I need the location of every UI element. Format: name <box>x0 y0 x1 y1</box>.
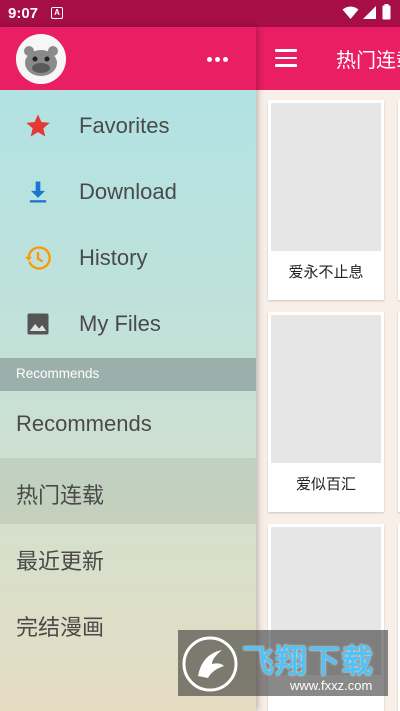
category-item-hot-serial[interactable]: 热门连载 <box>0 458 256 524</box>
comic-title: 爱似百汇 <box>295 475 356 493</box>
nav-item-label: Download <box>79 179 177 204</box>
nav-item-my-files[interactable]: My Files <box>0 291 256 357</box>
category-item-label: Recommends <box>16 411 152 436</box>
image-icon <box>27 313 49 335</box>
page-title: 热门连载 <box>336 48 400 72</box>
comic-cover <box>271 103 381 251</box>
category-item-label: 最近更新 <box>16 549 105 574</box>
notification-icon: A <box>51 7 63 19</box>
category-item-latest-updates[interactable]: 最近更新 <box>0 524 256 590</box>
comic-cover <box>271 315 381 463</box>
category-item-label: 热门连载 <box>16 483 105 508</box>
battery-icon <box>382 4 391 20</box>
status-time: 9:07 <box>8 5 39 22</box>
watermark-logo-icon <box>182 636 238 692</box>
category-item-label: 完结漫画 <box>16 615 105 640</box>
hamburger-menu-icon[interactable] <box>275 49 297 67</box>
download-icon <box>29 181 47 203</box>
comic-title: 爱永不止息 <box>288 263 364 281</box>
section-header-label: Recommends <box>16 366 100 381</box>
comic-grid: 爱永不止息 爱似百汇 <box>256 90 400 711</box>
drawer-header <box>0 27 256 90</box>
nav-item-label: My Files <box>79 311 161 336</box>
more-options-icon[interactable] <box>207 47 237 67</box>
nav-item-label: History <box>79 245 148 270</box>
nav-item-label: Favorites <box>79 113 170 138</box>
avatar-mascot-icon <box>16 34 66 84</box>
history-icon <box>25 246 51 270</box>
watermark-brand: 飞翔下载 <box>242 642 375 680</box>
nav-item-download[interactable]: Download <box>0 159 256 225</box>
star-icon <box>26 114 50 137</box>
section-header-recommends: Recommends <box>0 358 256 391</box>
watermark: 飞翔下载 www.fxxz.com <box>178 630 388 696</box>
signal-icon <box>363 6 376 19</box>
comic-card[interactable]: 爱似百汇 <box>268 312 384 512</box>
nav-item-favorites[interactable]: Favorites <box>0 93 256 159</box>
category-item-recommends[interactable]: Recommends <box>0 391 256 457</box>
status-bar: 9:07 A <box>0 0 400 27</box>
wifi-icon <box>342 6 359 19</box>
nav-item-history[interactable]: History <box>0 225 256 291</box>
comic-card[interactable]: 爱永不止息 <box>268 100 384 300</box>
watermark-url: www.fxxz.com <box>290 678 373 693</box>
avatar[interactable] <box>16 34 66 84</box>
app-bar: 热门连载 <box>256 27 400 90</box>
navigation-drawer: Favorites Download History My Files Reco… <box>0 27 256 711</box>
